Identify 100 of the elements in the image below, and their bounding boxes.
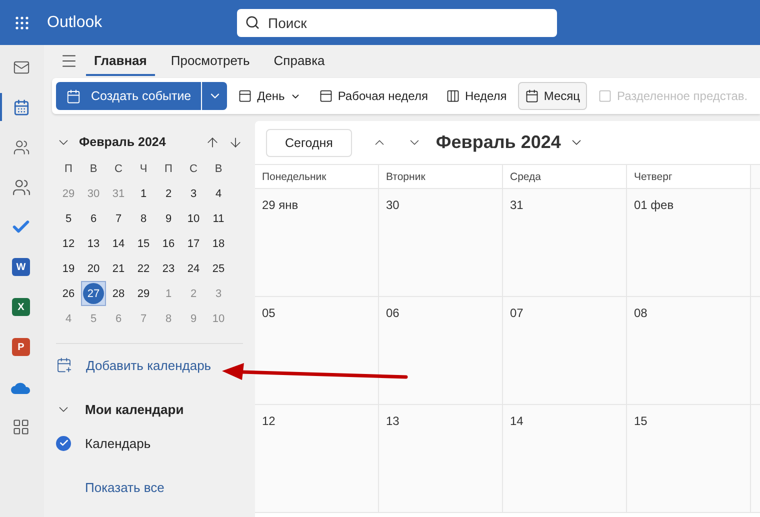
app-tile-icon: X xyxy=(12,298,30,316)
day-cell[interactable]: 15 xyxy=(627,405,751,513)
month-view-icon xyxy=(524,89,539,103)
date-label: 31 xyxy=(510,198,524,212)
view-button[interactable]: Неделя xyxy=(438,82,514,110)
mini-calendar-title: Февраль 2024 xyxy=(79,135,167,149)
date-label: 13 xyxy=(386,414,400,428)
rail-button[interactable]: P xyxy=(0,333,40,361)
calendar-icon xyxy=(12,98,30,116)
month-title[interactable]: Февраль 2024 xyxy=(436,132,584,153)
people-icon xyxy=(12,138,30,156)
new-event-button[interactable]: Создать событие xyxy=(56,82,202,110)
day-cell[interactable]: 29 янв xyxy=(255,189,379,297)
app-tile-icon: W xyxy=(12,258,30,276)
day-button[interactable]: 7 xyxy=(106,206,131,231)
day-button[interactable]: 24 xyxy=(181,256,206,281)
day-button[interactable]: 17 xyxy=(181,231,206,256)
date-label: 14 xyxy=(510,414,524,428)
menu-icon[interactable] xyxy=(60,52,78,70)
day-button[interactable]: 8 xyxy=(131,206,156,231)
day-button[interactable]: 11 xyxy=(206,206,231,231)
split-view-icon xyxy=(598,89,612,103)
show-all-link[interactable]: Показать все xyxy=(85,480,164,494)
day-cell[interactable]: 01 фев xyxy=(627,189,751,297)
day-button[interactable]: 3 xyxy=(181,181,206,206)
new-event-dropdown[interactable] xyxy=(201,82,228,110)
add-calendar-link[interactable]: Добавить календарь xyxy=(86,358,212,372)
weekday-label: П xyxy=(164,162,174,176)
day-button[interactable]: 5 xyxy=(56,206,81,231)
day-cell[interactable] xyxy=(751,189,760,297)
day-button[interactable]: 26 xyxy=(56,281,81,306)
calendar-item[interactable]: Календарь xyxy=(85,436,151,450)
day-cell[interactable]: 07 xyxy=(503,297,627,405)
weekday-label: В xyxy=(214,162,224,176)
day-cell[interactable]: 05 xyxy=(255,297,379,405)
day-button[interactable]: 16 xyxy=(156,231,181,256)
work-week-icon xyxy=(318,89,333,103)
day-cell[interactable]: 08 xyxy=(627,297,751,405)
day-button[interactable]: 20 xyxy=(81,256,106,281)
view-button[interactable]: Месяц xyxy=(518,82,587,110)
day-button[interactable]: 27 xyxy=(81,281,106,306)
calendar-icon xyxy=(66,88,81,104)
day-button[interactable]: 15 xyxy=(131,231,156,256)
day-cell[interactable]: 14 xyxy=(503,405,627,513)
date-label: 12 xyxy=(262,414,276,428)
ribbon-tab[interactable]: Просмотреть xyxy=(162,46,258,76)
weekday-label: С xyxy=(188,162,198,176)
add-calendar-icon xyxy=(56,357,72,373)
date-label: 06 xyxy=(386,306,400,320)
search-box[interactable]: Поиск xyxy=(237,8,557,36)
ribbon-tab[interactable]: Главная xyxy=(86,46,155,76)
weekday-label: Ч xyxy=(138,162,148,176)
day-cell[interactable]: 30 xyxy=(379,189,503,297)
day-cell[interactable]: 06 xyxy=(379,297,503,405)
day-button[interactable]: 12 xyxy=(56,231,81,256)
day-button[interactable]: 25 xyxy=(206,256,231,281)
day-cell[interactable] xyxy=(751,405,760,513)
checkmark-icon xyxy=(58,438,68,448)
day-button[interactable]: 10 xyxy=(181,206,206,231)
date-label: 01 фев xyxy=(634,198,674,212)
date-label: 30 xyxy=(386,198,400,212)
calendar-checkbox[interactable] xyxy=(56,436,71,450)
day-cell[interactable]: 31 xyxy=(503,189,627,297)
weekday-label: П xyxy=(64,162,74,176)
app-tile-icon: P xyxy=(12,338,30,356)
app-launcher-icon[interactable] xyxy=(15,16,29,30)
day-button[interactable]: 14 xyxy=(106,231,131,256)
day-button[interactable]: 9 xyxy=(156,206,181,231)
day-button[interactable]: 18 xyxy=(206,231,231,256)
date-label: 08 xyxy=(634,306,648,320)
section-title[interactable]: Мои календари xyxy=(85,402,184,416)
view-button[interactable]: День xyxy=(231,82,308,110)
cloud-icon xyxy=(11,380,31,394)
day-button[interactable]: 4 xyxy=(206,181,231,206)
day-button[interactable]: 13 xyxy=(81,231,106,256)
day-button[interactable]: 2 xyxy=(156,181,181,206)
view-button[interactable]: Рабочая неделя xyxy=(312,82,435,110)
rail-button[interactable]: X xyxy=(0,293,40,321)
day-button[interactable]: 6 xyxy=(81,206,106,231)
day-button[interactable]: 29 xyxy=(131,281,156,306)
day-button[interactable]: 22 xyxy=(131,256,156,281)
day-button[interactable]: 1 xyxy=(131,181,156,206)
weekday-label: В xyxy=(88,162,98,176)
date-label: 07 xyxy=(510,306,524,320)
apps-icon xyxy=(12,418,30,436)
day-cell[interactable]: 13 xyxy=(379,405,503,513)
day-button[interactable]: 23 xyxy=(156,256,181,281)
date-label: 29 янв xyxy=(262,198,298,212)
day-cell[interactable]: 12 xyxy=(255,405,379,513)
day-button[interactable]: 28 xyxy=(106,281,131,306)
day-view-icon xyxy=(238,89,252,103)
rail-button[interactable]: W xyxy=(0,253,40,281)
date-label: 05 xyxy=(262,306,276,320)
day-button[interactable]: 21 xyxy=(106,256,131,281)
search-icon xyxy=(245,15,260,30)
ribbon-tab[interactable]: Справка xyxy=(266,46,333,76)
day-button[interactable]: 19 xyxy=(56,256,81,281)
date-label: 15 xyxy=(634,414,648,428)
app-name: Outlook xyxy=(47,14,104,32)
today-button[interactable]: Сегодня xyxy=(266,128,352,156)
